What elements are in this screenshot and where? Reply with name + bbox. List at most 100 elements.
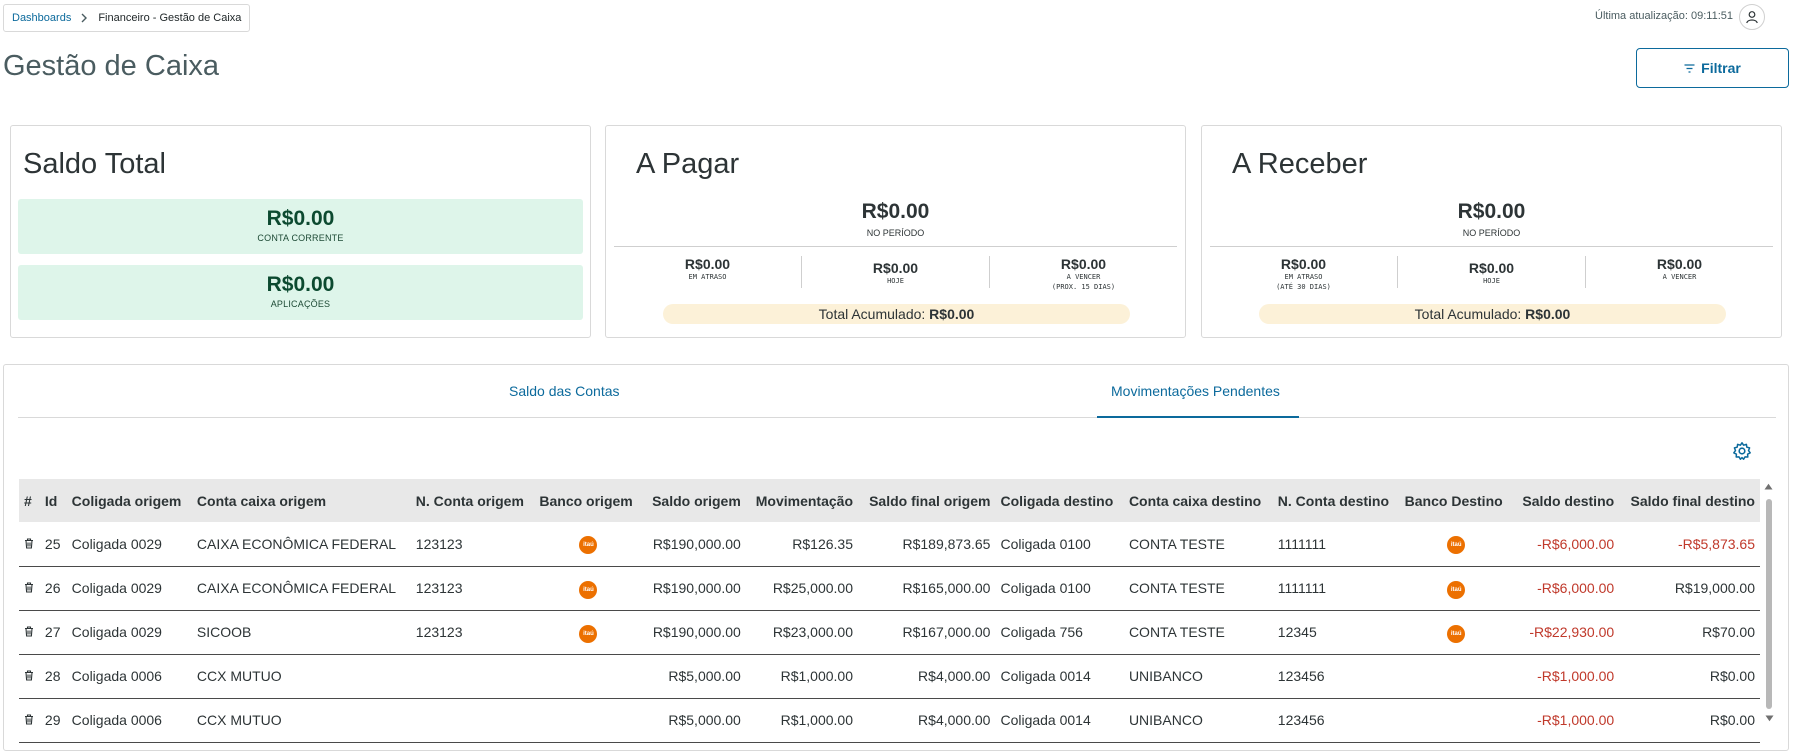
breadcrumb-link-dashboards[interactable]: Dashboards [12,12,71,24]
gear-icon[interactable] [1732,441,1752,461]
cell-n-conta-origem: 123123 [410,522,535,567]
cell-n-conta-destino: 12345 [1272,610,1400,655]
cell-coligada-origem: Coligada 0006 [66,698,192,743]
trash-icon[interactable] [24,624,34,640]
a-pagar-hoje-label: HOJE [887,277,904,285]
trash-icon[interactable] [24,712,34,728]
cell-coligada-origem: Coligada 0029 [66,522,192,567]
table-row: 25 Coligada 0029 CAIXA ECONÔMICA FEDERAL… [19,522,1760,567]
cell-coligada-destino: Coligada 0100 [995,566,1124,611]
col-header-coligada-origem: Coligada origem [71,492,182,509]
cell-id: 27 [39,610,67,655]
cell-id: 26 [39,566,67,611]
cell-coligada-origem: Coligada 0006 [66,654,192,699]
delete-row-cell [19,610,40,655]
a-receber-em-atraso: R$0.00 EM ATRASO (ATÉ 30 DIAS) [1210,256,1397,291]
filter-button[interactable]: Filtrar [1636,48,1789,88]
col-header-conta-caixa-destino: Conta caixa destino [1128,492,1262,509]
a-receber-atraso-value: R$0.00 [1280,256,1327,272]
tab-movimentacoes-pendentes[interactable]: Movimentações Pendentes [1111,383,1280,399]
itau-logo-icon: itaú [1447,580,1466,599]
cell-conta-caixa-destino: CONTA TESTE [1123,522,1273,567]
table-scrollbar[interactable] [1764,483,1774,725]
table-row: 28 Coligada 0006 CCX MUTUO R$5,000.00 R$… [19,654,1760,699]
a-receber-a-vencer: R$0.00 A VENCER [1585,256,1773,288]
itau-logo-icon: itaú [1447,624,1466,643]
scroll-up-icon[interactable] [1764,483,1773,490]
trash-icon[interactable] [24,668,34,684]
cell-n-conta-origem [410,698,535,743]
table-row: 27 Coligada 0029 SICOOB 123123 itaú R$19… [19,610,1760,655]
cell-coligada-destino: Coligada 0100 [995,522,1124,567]
trash-icon[interactable] [24,536,34,552]
cell-saldo-final-origem: R$4,000.00 [858,698,996,743]
filter-button-label: Filtrar [1701,60,1741,76]
cell-banco-destino [1399,698,1513,743]
table-row: 26 Coligada 0029 CAIXA ECONÔMICA FEDERAL… [19,566,1760,611]
cell-movimentacao: R$126.35 [745,522,858,567]
cell-n-conta-destino: 123456 [1272,698,1400,743]
cell-banco-destino [1399,654,1513,699]
cell-banco-destino: itaú [1399,522,1513,567]
cell-coligada-origem: Coligada 0029 [66,610,192,655]
aplicacoes-label: APLICAÇÕES [270,299,331,309]
cell-n-conta-origem: 123123 [410,610,535,655]
scroll-down-icon[interactable] [1765,715,1774,722]
a-pagar-acc-value: R$0.00 [929,306,975,322]
cell-conta-caixa-origem: CAIXA ECONÔMICA FEDERAL [191,522,411,567]
a-pagar-breakdown: R$0.00 EM ATRASO R$0.00 HOJE R$0.00 A VE… [614,256,1177,291]
cell-saldo-destino: -R$1,000.00 [1512,698,1620,743]
a-pagar-em-atraso: R$0.00 EM ATRASO [614,256,801,288]
a-pagar-main-label: NO PERÍODO [866,228,925,238]
divider [614,246,1177,247]
cell-conta-caixa-destino: CONTA TESTE [1123,610,1273,655]
scroll-thumb[interactable] [1766,499,1772,709]
col-header-banco-destino: Banco Destino [1404,492,1503,509]
saldo-total-title: Saldo Total [23,148,166,180]
active-tab-indicator [1097,416,1299,418]
delete-row-cell [19,654,40,699]
a-receber-main-value: R$0.00 [1457,200,1526,223]
cell-movimentacao: R$23,000.00 [745,610,858,655]
cell-id: 25 [39,522,67,567]
a-receber-hoje: R$0.00 HOJE [1397,256,1585,288]
saldo-total-card: Saldo Total R$0.00 CONTA CORRENTE R$0.00… [10,125,591,338]
cell-banco-origem: itaú [534,610,643,655]
cell-saldo-final-origem: R$189,873.65 [858,522,996,567]
a-pagar-vencer-label: A VENCER [1066,273,1101,281]
cell-saldo-final-origem: R$4,000.00 [858,654,996,699]
conta-corrente-value: R$0.00 [266,207,335,230]
a-pagar-main-value: R$0.00 [861,200,930,223]
delete-row-cell [19,698,40,743]
itau-logo-icon: itaú [579,536,598,555]
tabs-bar: Saldo das Contas Movimentações Pendentes [18,365,1776,418]
a-receber-main-label: NO PERÍODO [1462,228,1521,238]
user-avatar[interactable] [1739,4,1765,30]
a-receber-vencer-label: A VENCER [1662,273,1697,281]
a-receber-hoje-label: HOJE [1483,277,1500,285]
trash-icon[interactable] [24,580,34,596]
aplicacoes-value: R$0.00 [266,273,335,296]
a-receber-atraso-label-detail: (ATÉ 30 DIAS) [1276,283,1331,291]
a-receber-total-acumulado: Total Acumulado: R$0.00 [1259,304,1726,324]
cell-saldo-destino: -R$1,000.00 [1512,654,1620,699]
cell-saldo-origem: R$5,000.00 [642,654,746,699]
col-header-saldo-final-origem: Saldo final origem [869,492,991,509]
cell-movimentacao: R$1,000.00 [745,698,858,743]
user-icon [1746,11,1758,24]
col-header-saldo-origem: Saldo origem [652,492,741,509]
a-pagar-vencer-label-detail: (PROX. 15 DIAS) [1051,283,1116,291]
movements-panel: Saldo das Contas Movimentações Pendentes… [3,364,1789,751]
divider [1210,246,1773,247]
cell-saldo-final-destino: -R$5,873.65 [1619,522,1760,567]
cell-coligada-destino: Coligada 0014 [995,698,1124,743]
a-pagar-hoje-value: R$0.00 [872,260,919,276]
chevron-right-icon [79,13,89,23]
cell-banco-destino: itaú [1399,610,1513,655]
delete-row-cell [19,522,40,567]
a-receber-title: A Receber [1232,148,1368,180]
cell-coligada-destino: Coligada 0014 [995,654,1124,699]
tab-saldo-das-contas[interactable]: Saldo das Contas [509,383,620,399]
cell-conta-caixa-destino: CONTA TESTE [1123,566,1273,611]
cell-movimentacao: R$25,000.00 [745,566,858,611]
